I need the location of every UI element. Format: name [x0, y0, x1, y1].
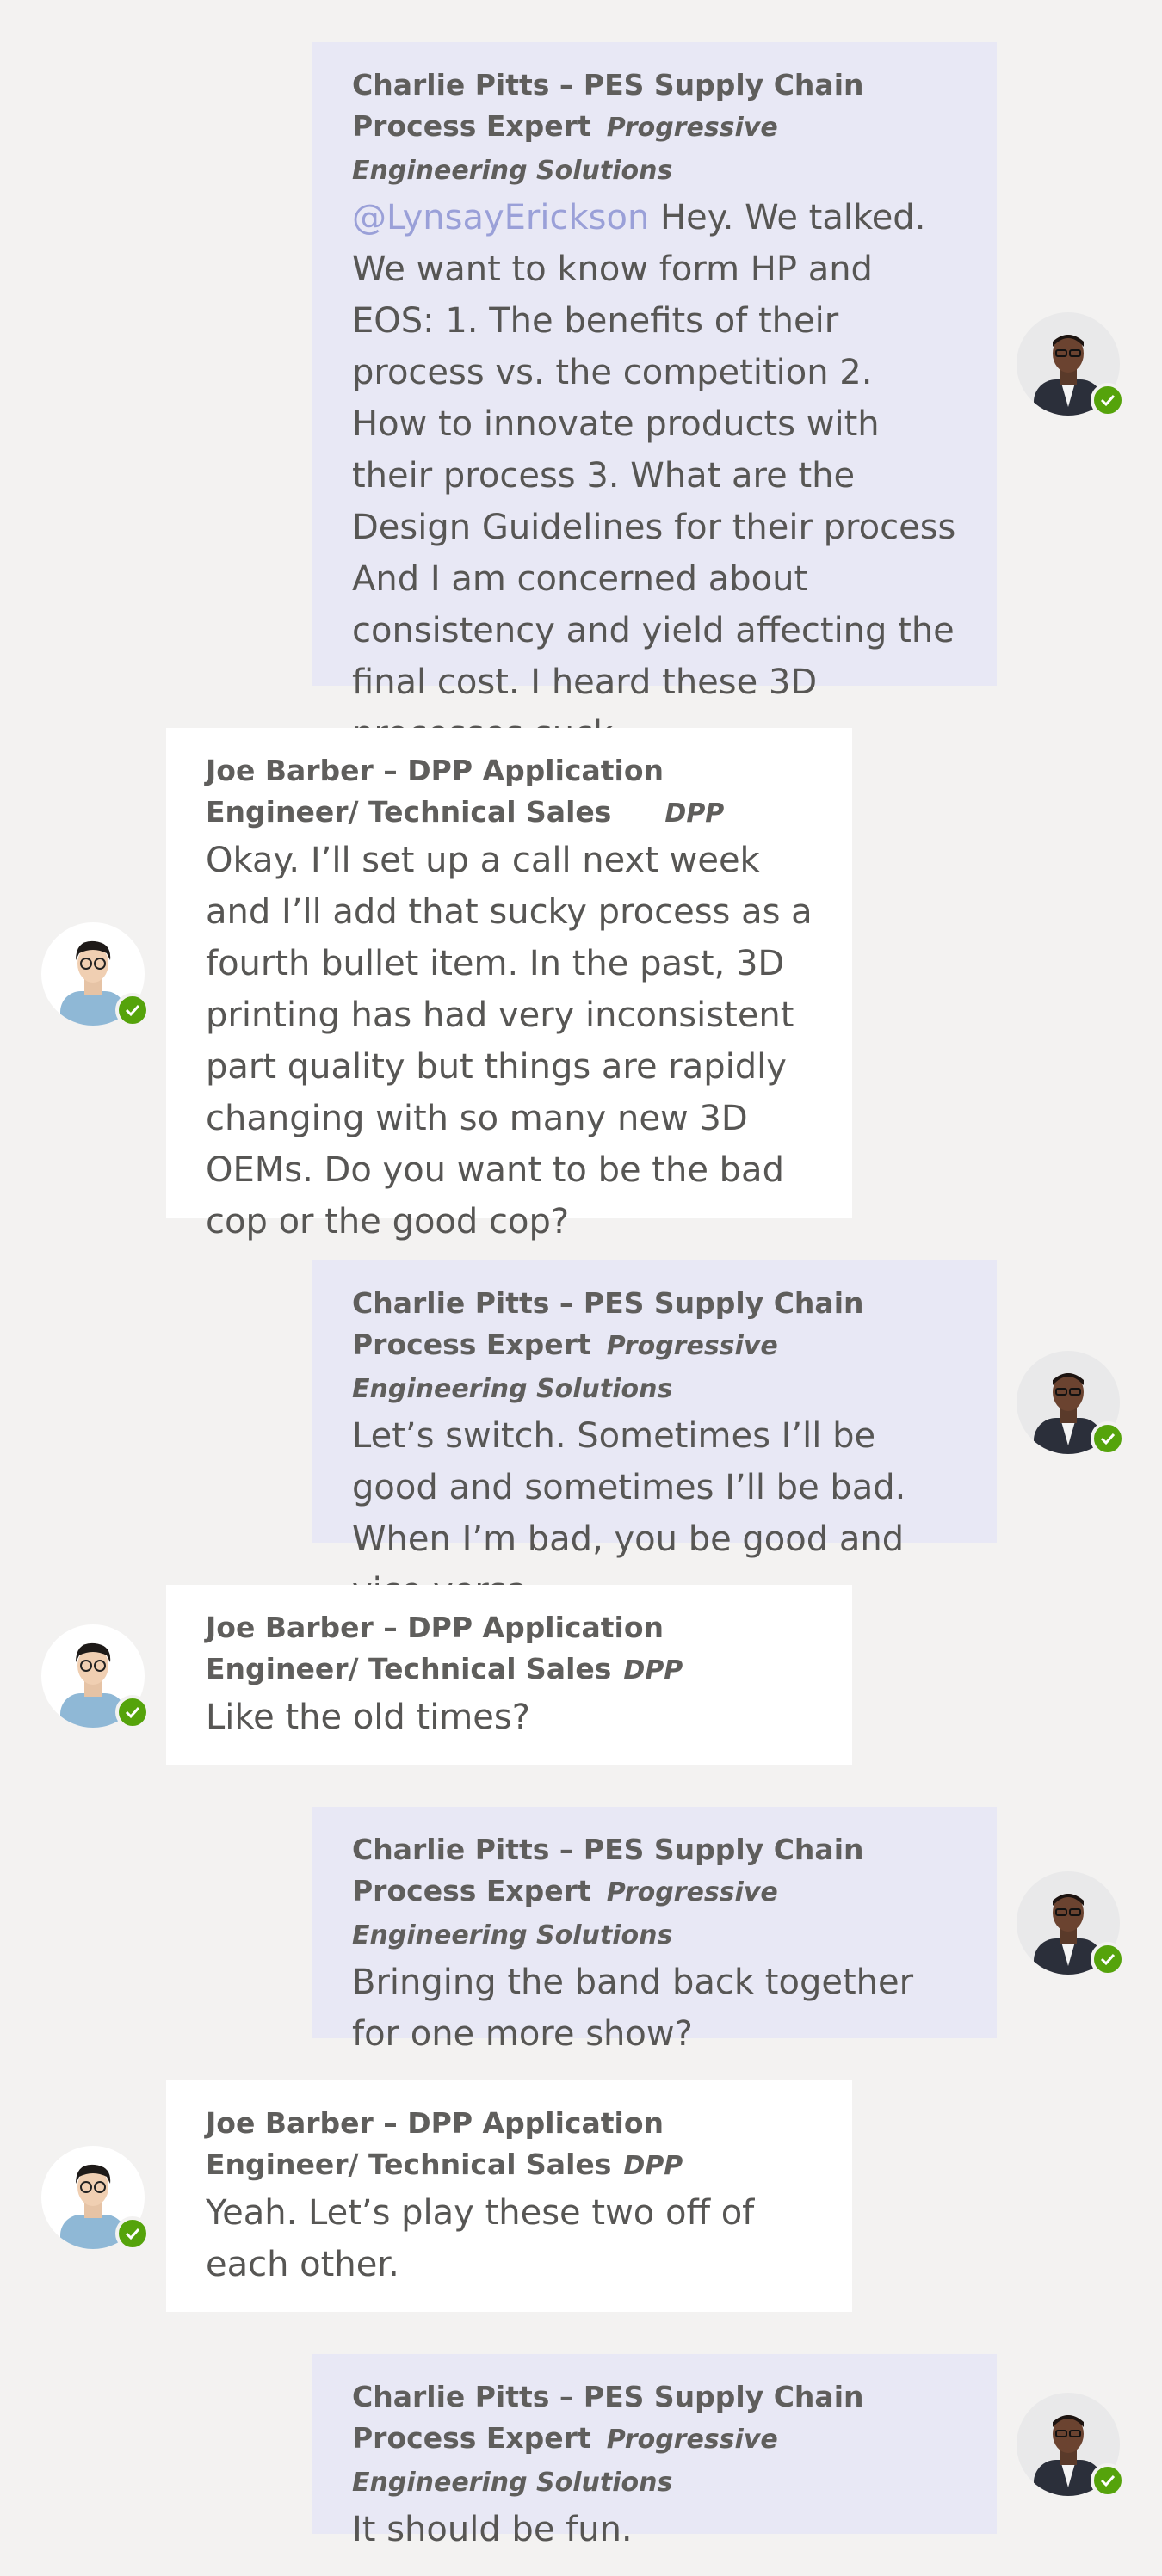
message-header: Joe Barber – DPP Application Engineer/ T…	[206, 750, 813, 835]
sender-name: Joe Barber – DPP Application Engineer/ T…	[206, 754, 664, 829]
message-bubble[interactable]: Joe Barber – DPP Application Engineer/ T…	[166, 728, 852, 1242]
message-body: Like the old times?	[206, 1698, 530, 1737]
avatar[interactable]	[1017, 312, 1125, 417]
message-body: Bringing the band back together for one …	[352, 1963, 914, 2054]
message-body: It should be fun.	[352, 2510, 633, 2549]
available-check-icon	[115, 993, 150, 1027]
available-check-icon	[1091, 1942, 1125, 1976]
message-bubble[interactable]: Charlie Pitts – PES Supply Chain Process…	[312, 1260, 997, 1611]
message-header: Charlie Pitts – PES Supply Chain Process…	[352, 1283, 957, 1410]
available-check-icon	[1091, 383, 1125, 417]
sender-org: DPP	[623, 1655, 683, 1685]
mention-link[interactable]: @LynsayErickson	[352, 198, 649, 237]
message-bubble[interactable]: Joe Barber – DPP Application Engineer/ T…	[166, 1585, 852, 1765]
avatar[interactable]	[41, 2146, 150, 2251]
message-header: Joe Barber – DPP Application Engineer/ T…	[206, 1607, 813, 1692]
message-text: @LynsayErickson Hey. We talked. We want …	[352, 192, 957, 760]
message-bubble[interactable]: Charlie Pitts – PES Supply Chain Process…	[312, 1807, 997, 2054]
message-header: Joe Barber – DPP Application Engineer/ T…	[206, 2103, 813, 2187]
message-header: Charlie Pitts – PES Supply Chain Process…	[352, 65, 957, 192]
message-header: Charlie Pitts – PES Supply Chain Process…	[352, 1829, 957, 1957]
sender-org: DPP	[664, 798, 725, 829]
avatar[interactable]	[1017, 2393, 1125, 2498]
avatar[interactable]	[1017, 1351, 1125, 1456]
message-header: Charlie Pitts – PES Supply Chain Process…	[352, 2376, 957, 2504]
message-bubble[interactable]: Charlie Pitts – PES Supply Chain Process…	[312, 2354, 997, 2549]
sender-name: Joe Barber – DPP Application Engineer/ T…	[206, 2106, 664, 2181]
avatar[interactable]	[41, 922, 150, 1027]
sender-name: Joe Barber – DPP Application Engineer/ T…	[206, 1611, 664, 1685]
avatar[interactable]	[41, 1624, 150, 1729]
message-body: Hey. We talked. We want to know form HP …	[352, 198, 956, 754]
message-bubble[interactable]: Joe Barber – DPP Application Engineer/ T…	[166, 2080, 852, 2312]
available-check-icon	[115, 2216, 150, 2251]
message-bubble[interactable]: Charlie Pitts – PES Supply Chain Process…	[312, 42, 997, 754]
avatar[interactable]	[1017, 1871, 1125, 1976]
message-body: Yeah. Let’s play these two off of each o…	[206, 2193, 755, 2284]
available-check-icon	[115, 1695, 150, 1729]
message-body: Okay. I’ll set up a call next week and I…	[206, 841, 813, 1242]
available-check-icon	[1091, 2463, 1125, 2498]
sender-org: DPP	[623, 2151, 683, 2181]
available-check-icon	[1091, 1421, 1125, 1456]
